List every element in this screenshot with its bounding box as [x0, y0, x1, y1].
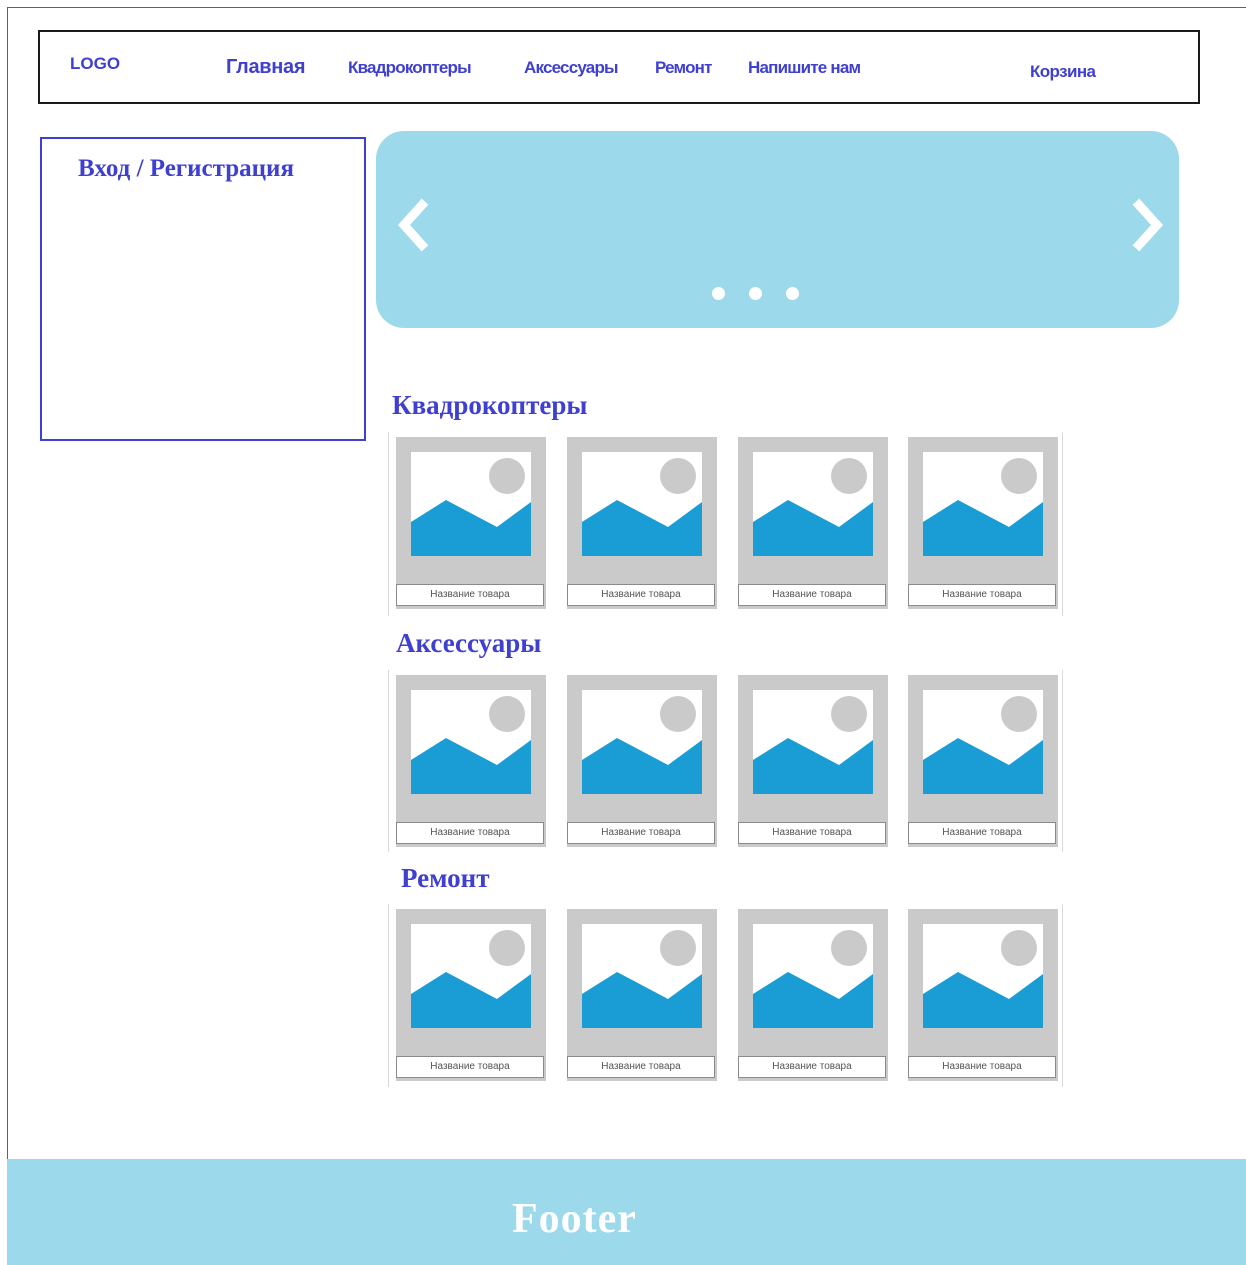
image-placeholder-icon [753, 924, 873, 1028]
nav-item-contact[interactable]: Напишите нам [748, 58, 861, 78]
chevron-right-icon[interactable] [1129, 197, 1169, 253]
product-name: Название товара [567, 1056, 715, 1078]
image-placeholder-icon [582, 690, 702, 794]
section-title-repair: Ремонт [401, 863, 490, 893]
nav-item-repair[interactable]: Ремонт [655, 58, 712, 78]
section-title-accessories: Аксессуары [396, 628, 542, 658]
image-placeholder-icon [753, 690, 873, 794]
product-card[interactable]: Название товара [908, 909, 1058, 1081]
product-name: Название товара [567, 584, 715, 606]
image-placeholder-icon [923, 690, 1043, 794]
slider-dot[interactable] [749, 287, 762, 300]
image-placeholder-icon [582, 924, 702, 1028]
image-placeholder-icon [411, 452, 531, 556]
product-card[interactable]: Название товара [738, 909, 888, 1081]
login-register-link[interactable]: Вход / Регистрация [78, 155, 294, 183]
section-title-quadcopters: Квадрокоптеры [392, 390, 588, 420]
product-name: Название товара [738, 584, 886, 606]
product-name: Название товара [396, 822, 544, 844]
product-name: Название товара [396, 584, 544, 606]
product-card[interactable]: Название товара [567, 437, 717, 609]
logo[interactable]: LOGO [70, 54, 120, 74]
product-name: Название товара [908, 822, 1056, 844]
image-placeholder-icon [923, 924, 1043, 1028]
site-footer: Footer [7, 1159, 1246, 1265]
product-row-quadcopters: Название товара Название товара Название т… [388, 432, 1063, 616]
product-card[interactable]: Название товара [567, 909, 717, 1081]
product-name: Название товара [567, 822, 715, 844]
login-panel: Вход / Регистрация [40, 137, 366, 441]
product-card[interactable]: Название товара [738, 675, 888, 847]
slider-dot[interactable] [786, 287, 799, 300]
product-row-accessories: Название товара Название товара Название т… [388, 670, 1063, 852]
slider-dot[interactable] [712, 287, 725, 300]
product-card[interactable]: Название товара [908, 675, 1058, 847]
image-placeholder-icon [753, 452, 873, 556]
image-placeholder-icon [923, 452, 1043, 556]
product-name: Название товара [738, 822, 886, 844]
nav-item-quadcopters[interactable]: Квадрокоптеры [348, 58, 472, 78]
product-card[interactable]: Название товара [396, 909, 546, 1081]
product-row-repair: Название товара Название товара Название т… [388, 904, 1063, 1087]
image-placeholder-icon [582, 452, 702, 556]
product-card[interactable]: Название товара [396, 437, 546, 609]
site-header: LOGO Главная Квадрокоптеры Аксессуары Ре… [38, 30, 1200, 104]
nav-item-home[interactable]: Главная [226, 56, 306, 79]
product-card[interactable]: Название товара [908, 437, 1058, 609]
product-card[interactable]: Название товара [396, 675, 546, 847]
cart-link[interactable]: Корзина [1030, 62, 1096, 82]
slider-dots [712, 287, 799, 300]
product-name: Название товара [908, 1056, 1056, 1078]
footer-text: Footer [512, 1196, 637, 1242]
chevron-left-icon[interactable] [392, 197, 432, 253]
product-card[interactable]: Название товара [738, 437, 888, 609]
nav-item-accessories[interactable]: Аксессуары [524, 58, 619, 78]
product-name: Название товара [396, 1056, 544, 1078]
banner-slider [376, 131, 1179, 328]
image-placeholder-icon [411, 924, 531, 1028]
product-name: Название товара [738, 1056, 886, 1078]
product-card[interactable]: Название товара [567, 675, 717, 847]
image-placeholder-icon [411, 690, 531, 794]
product-name: Название товара [908, 584, 1056, 606]
